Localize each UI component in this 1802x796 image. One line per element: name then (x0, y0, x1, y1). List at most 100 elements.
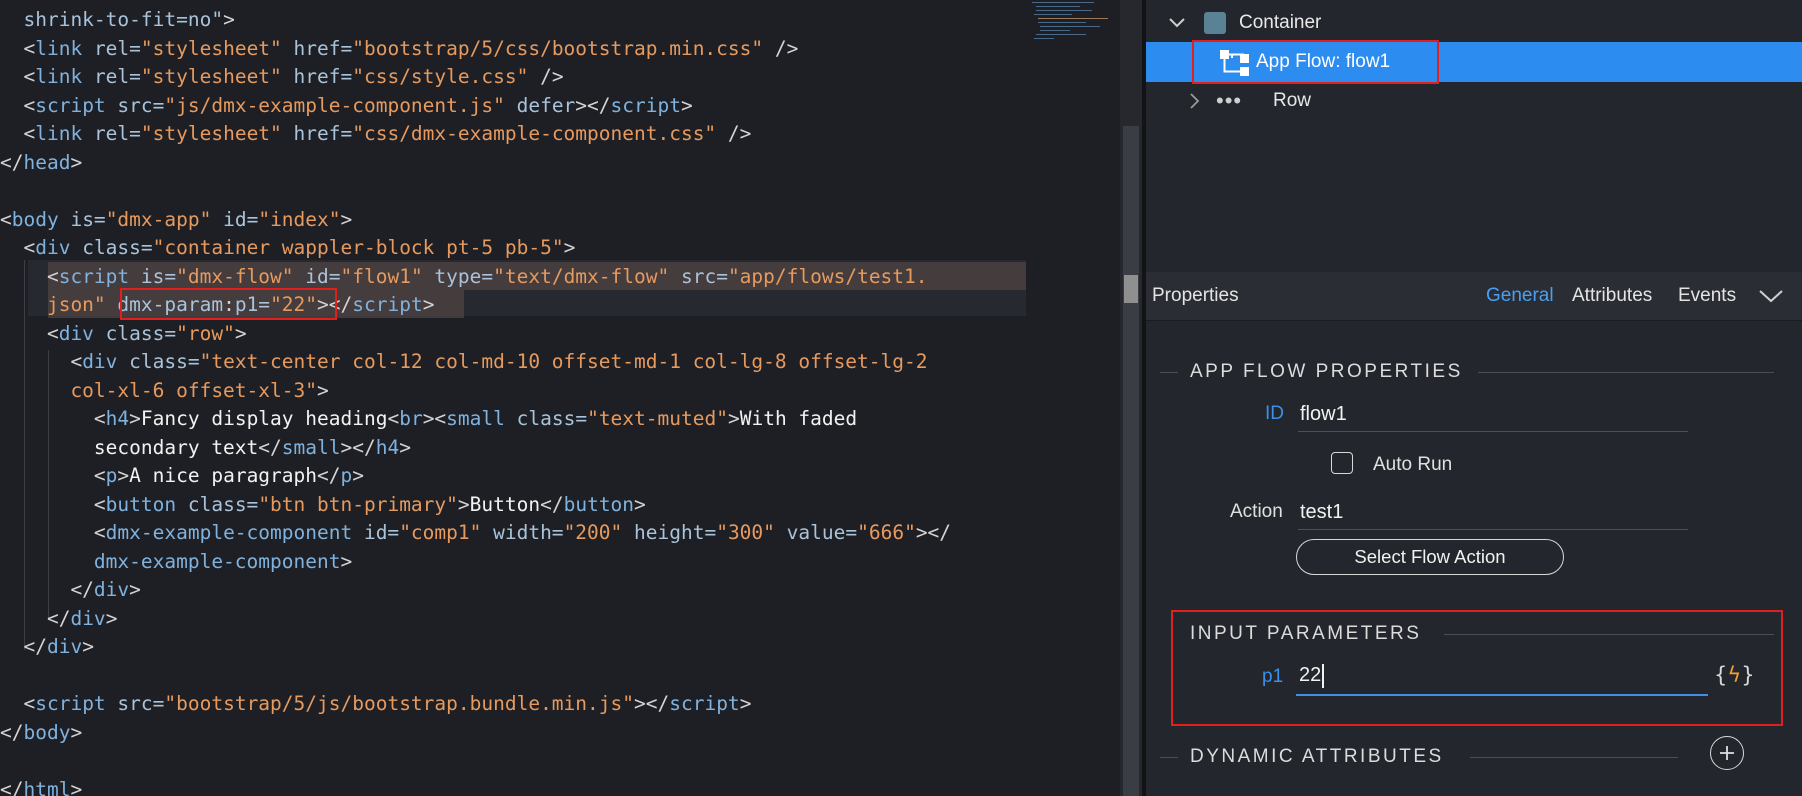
code-line[interactable]: <script src="js/dmx-example-component.js… (0, 92, 693, 120)
code-token: class= (105, 321, 177, 345)
code-token: class= (187, 492, 259, 516)
code-token: src= (680, 264, 728, 288)
code-token: </ (0, 606, 71, 630)
code-line[interactable]: col-xl-6 offset-xl-3"> (0, 377, 329, 405)
code-token: </ (0, 777, 24, 796)
code-token: src= (117, 692, 165, 715)
code-token: br (399, 407, 423, 430)
editor-scrollbar[interactable] (1120, 0, 1142, 796)
code-token: shrink-to-fit=no" (0, 8, 224, 31)
code-line[interactable]: <button class="btn btn-primary">Button</… (0, 491, 646, 519)
code-line[interactable]: <body is="dmx-app" id="index"> (0, 206, 352, 234)
code-editor[interactable]: shrink-to-fit=no"> <link rel="stylesheet… (0, 0, 1122, 796)
tree-item-container[interactable]: Container (1146, 3, 1802, 43)
action-input[interactable]: test1 (1300, 497, 1343, 527)
chevron-right-icon[interactable] (1188, 92, 1200, 110)
code-token: "stylesheet" (140, 36, 294, 60)
code-line[interactable]: <dmx-example-component id="comp1" width=… (0, 519, 951, 547)
code-token: div (35, 236, 83, 259)
code-token: ></ (317, 293, 353, 316)
code-line[interactable]: json" dmx-param:p1="22"></script> (0, 291, 435, 319)
section-divider (1478, 372, 1774, 373)
section-title-app-flow: APP FLOW PROPERTIES (1190, 361, 1463, 382)
code-token: < (0, 36, 36, 60)
chevron-down-icon[interactable] (1168, 15, 1186, 31)
code-token: id= (305, 264, 341, 288)
code-token: "css/style.css" (352, 65, 529, 88)
code-token: div (93, 578, 130, 601)
code-line[interactable]: secondary text</small></h4> (0, 434, 411, 462)
code-token: > (634, 492, 646, 516)
tree-item-row[interactable]: ••• Row (1146, 81, 1802, 121)
code-token: "css/dmx-example-component.css" (352, 122, 717, 145)
code-token: </ (0, 720, 24, 744)
code-line[interactable]: <div class="row"> (0, 320, 247, 348)
code-line[interactable]: </body> (0, 719, 82, 747)
code-token: Fancy display heading (140, 407, 388, 430)
code-token: > (70, 150, 83, 174)
code-token: src= (117, 93, 165, 117)
code-line[interactable]: <h4>Fancy display heading<br><small clas… (0, 405, 857, 433)
code-token: h4 (375, 435, 400, 459)
code-token: dmx-example-component (0, 549, 341, 573)
code-line[interactable]: <div class="text-center col-12 col-md-10… (0, 348, 927, 376)
code-line[interactable]: <link rel="stylesheet" href="css/style.c… (0, 63, 563, 91)
code-token: height= (634, 521, 717, 544)
code-line[interactable]: <script is="dmx-flow" id="flow1" type="t… (0, 263, 928, 291)
code-token: "js/dmx-example-component.js" (164, 93, 517, 117)
code-token: < (0, 492, 106, 516)
code-line[interactable]: <div class="container wappler-block pt-5… (0, 234, 575, 262)
minimap[interactable] (1032, 0, 1118, 46)
code-token: "app/flows/test1. (727, 264, 928, 288)
scrollbar-thumb[interactable] (1123, 126, 1139, 796)
code-token: > (680, 93, 693, 117)
code-line[interactable]: <link rel="stylesheet" href="bootstrap/5… (0, 35, 798, 63)
code-token: id= (223, 207, 259, 231)
tab-general[interactable]: General (1486, 272, 1554, 320)
tree-item-app-flow[interactable]: App Flow: flow1 (1146, 42, 1802, 82)
code-token: script (610, 93, 681, 117)
action-label: Action (1230, 501, 1283, 522)
code-token: is= (70, 207, 106, 231)
param-input[interactable]: 22 (1299, 660, 1321, 690)
code-token: With faded (739, 407, 858, 430)
code-line[interactable]: <p>A nice paragraph</p> (0, 462, 364, 490)
code-line[interactable]: </head> (0, 149, 82, 177)
code-token: "btn btn-primary" (258, 492, 458, 516)
code-line[interactable]: shrink-to-fit=no"> (0, 6, 234, 34)
code-line[interactable]: </div> (0, 605, 117, 633)
id-input[interactable]: flow1 (1300, 399, 1347, 429)
tab-attributes[interactable]: Attributes (1572, 272, 1652, 320)
chevron-down-icon[interactable] (1758, 288, 1784, 304)
code-token: > (129, 407, 141, 430)
code-token: class= (129, 350, 200, 373)
code-token: "text-muted" (587, 407, 728, 430)
code-token: > (340, 207, 353, 231)
code-line[interactable]: </html> (0, 776, 82, 796)
code-token: > (105, 606, 118, 630)
code-line[interactable]: <link rel="stylesheet" href="css/dmx-exa… (0, 120, 751, 148)
code-line[interactable]: dmx-example-component> (0, 548, 352, 576)
code-token: < (0, 350, 83, 373)
flow-icon (1220, 50, 1249, 76)
code-token: html (23, 777, 71, 796)
select-flow-action-button[interactable]: Select Flow Action (1296, 539, 1564, 575)
code-token: defer (516, 93, 576, 117)
code-token: < (0, 521, 106, 544)
tab-events[interactable]: Events (1678, 272, 1736, 320)
code-token: > (316, 378, 329, 402)
add-dynamic-attribute-button[interactable] (1710, 736, 1744, 770)
auto-run-label[interactable]: Auto Run (1373, 451, 1452, 479)
code-line[interactable]: </div> (0, 633, 93, 661)
auto-run-checkbox[interactable] (1331, 452, 1353, 474)
code-line[interactable]: <script src="bootstrap/5/js/bootstrap.bu… (0, 690, 751, 718)
code-token: "dmx-flow" (176, 264, 306, 288)
code-token: p (105, 464, 118, 487)
code-token: is= (140, 264, 177, 288)
code-token: "300" (716, 521, 787, 544)
code-line[interactable]: </div> (0, 576, 140, 604)
dynamic-data-icon[interactable]: {ϟ} (1714, 660, 1755, 690)
code-token: rel= (93, 122, 141, 145)
code-token: script (58, 264, 141, 288)
code-token: div (58, 321, 106, 345)
